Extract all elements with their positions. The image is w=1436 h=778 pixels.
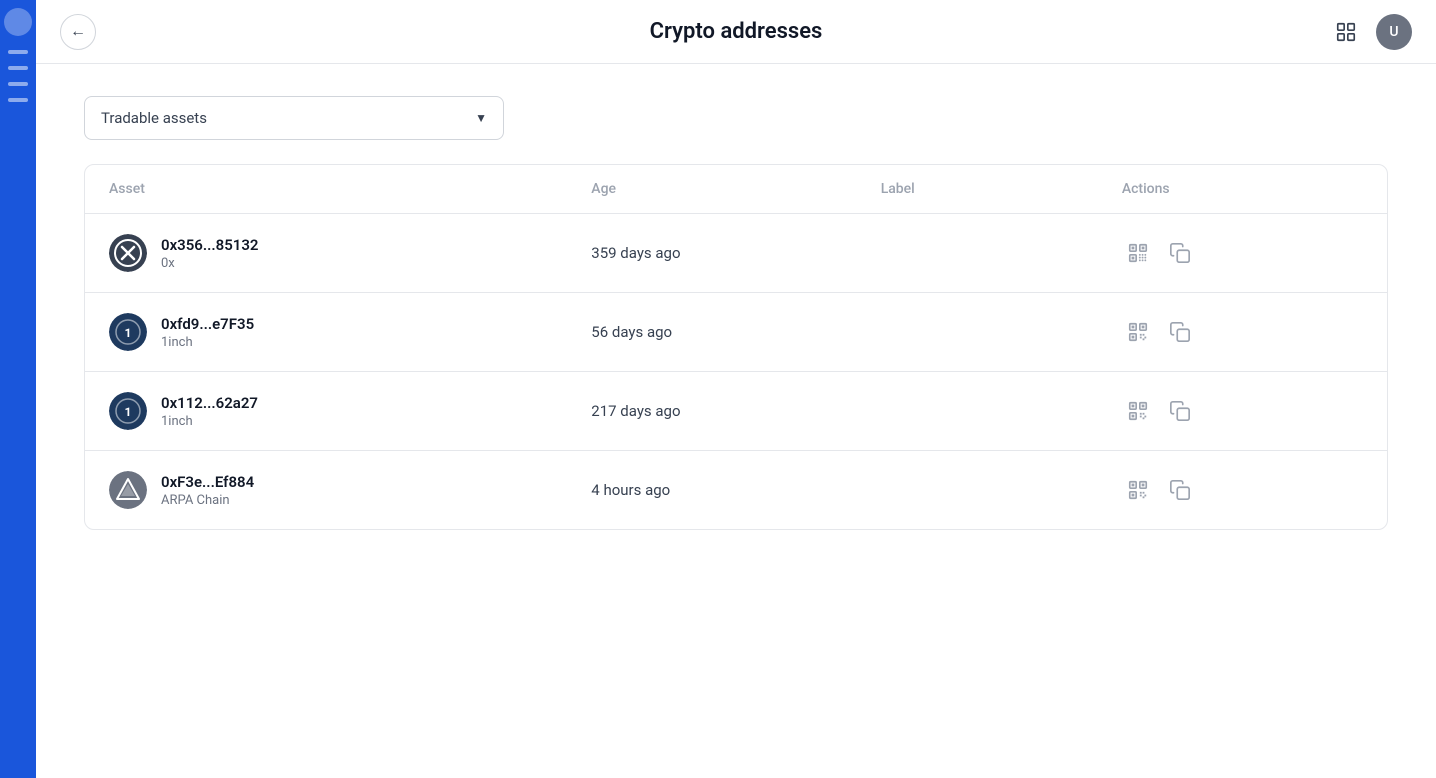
qr-code-button-3[interactable] (1122, 395, 1154, 427)
asset-icon-3: 1 (109, 392, 147, 430)
asset-info-3: 0x112...62a27 1inch (161, 394, 258, 429)
table-row: 0x356...85132 0x 359 days ago (85, 214, 1387, 293)
asset-info-4: 0xF3e...Ef884 ARPA Chain (161, 473, 254, 508)
chevron-down-icon: ▼ (475, 111, 487, 125)
tradable-assets-dropdown[interactable]: Tradable assets ▼ (84, 96, 504, 140)
header-left: ← (60, 14, 96, 50)
column-header-actions: Actions (1122, 181, 1363, 197)
copy-icon (1169, 242, 1191, 264)
copy-icon (1169, 321, 1191, 343)
actions-cell-2 (1122, 316, 1363, 348)
asset-cell-4: 0xF3e...Ef884 ARPA Chain (109, 471, 591, 509)
asset-info-2: 0xfd9...e7F35 1inch (161, 315, 254, 350)
back-button[interactable]: ← (60, 14, 96, 50)
sidebar-item-1 (8, 50, 28, 54)
addresses-table: Asset Age Label Actions (84, 164, 1388, 530)
avatar[interactable]: U (1376, 14, 1412, 50)
header-right: U (1328, 14, 1412, 50)
age-cell-1: 359 days ago (591, 244, 880, 262)
sidebar-item-2 (8, 66, 28, 70)
header: ← Crypto addresses U (36, 0, 1436, 64)
qr-code-icon (1127, 321, 1149, 343)
asset-cell-1: 0x356...85132 0x (109, 234, 591, 272)
qr-code-icon (1127, 400, 1149, 422)
asset-icon-2: 1 (109, 313, 147, 351)
content-area: Tradable assets ▼ Asset Age Label Action… (36, 64, 1436, 778)
age-cell-4: 4 hours ago (591, 481, 880, 499)
column-header-label: Label (881, 181, 1122, 197)
qr-code-button-1[interactable] (1122, 237, 1154, 269)
copy-button-1[interactable] (1164, 237, 1196, 269)
asset-sub-2: 1inch (161, 335, 254, 350)
table-row: 1 0x112...62a27 1inch 217 days ago (85, 372, 1387, 451)
actions-cell-3 (1122, 395, 1363, 427)
asset-address-1: 0x356...85132 (161, 236, 259, 254)
copy-button-2[interactable] (1164, 316, 1196, 348)
sidebar-item-4 (8, 98, 28, 102)
table-header: Asset Age Label Actions (85, 165, 1387, 214)
qr-code-button-2[interactable] (1122, 316, 1154, 348)
age-cell-3: 217 days ago (591, 402, 880, 420)
actions-cell-1 (1122, 237, 1363, 269)
sidebar-item-3 (8, 82, 28, 86)
asset-cell-3: 1 0x112...62a27 1inch (109, 392, 591, 430)
asset-address-3: 0x112...62a27 (161, 394, 258, 412)
filter-container: Tradable assets ▼ (84, 96, 1388, 140)
svg-text:1: 1 (125, 326, 132, 340)
copy-icon (1169, 479, 1191, 501)
page-title: Crypto addresses (650, 19, 823, 44)
asset-icon-4 (109, 471, 147, 509)
dropdown-label: Tradable assets (101, 109, 207, 127)
qr-code-icon (1127, 479, 1149, 501)
apps-icon-button[interactable] (1328, 14, 1364, 50)
apps-icon (1335, 21, 1357, 43)
qr-code-button-4[interactable] (1122, 474, 1154, 506)
asset-sub-4: ARPA Chain (161, 493, 254, 508)
column-header-asset: Asset (109, 181, 591, 197)
asset-address-2: 0xfd9...e7F35 (161, 315, 254, 333)
asset-sub-1: 0x (161, 256, 259, 271)
table-row: 1 0xfd9...e7F35 1inch 56 days ago (85, 293, 1387, 372)
svg-text:1: 1 (125, 405, 132, 419)
table-row: 0xF3e...Ef884 ARPA Chain 4 hours ago (85, 451, 1387, 529)
asset-icon-1 (109, 234, 147, 272)
qr-code-icon (1127, 242, 1149, 264)
copy-button-4[interactable] (1164, 474, 1196, 506)
age-cell-2: 56 days ago (591, 323, 880, 341)
copy-icon (1169, 400, 1191, 422)
asset-cell-2: 1 0xfd9...e7F35 1inch (109, 313, 591, 351)
column-header-age: Age (591, 181, 880, 197)
copy-button-3[interactable] (1164, 395, 1196, 427)
asset-info-1: 0x356...85132 0x (161, 236, 259, 271)
main-content: ← Crypto addresses U Tradable assets ▼ (36, 0, 1436, 778)
sidebar-logo (4, 8, 32, 36)
actions-cell-4 (1122, 474, 1363, 506)
asset-address-4: 0xF3e...Ef884 (161, 473, 254, 491)
sidebar (0, 0, 36, 778)
asset-sub-3: 1inch (161, 414, 258, 429)
